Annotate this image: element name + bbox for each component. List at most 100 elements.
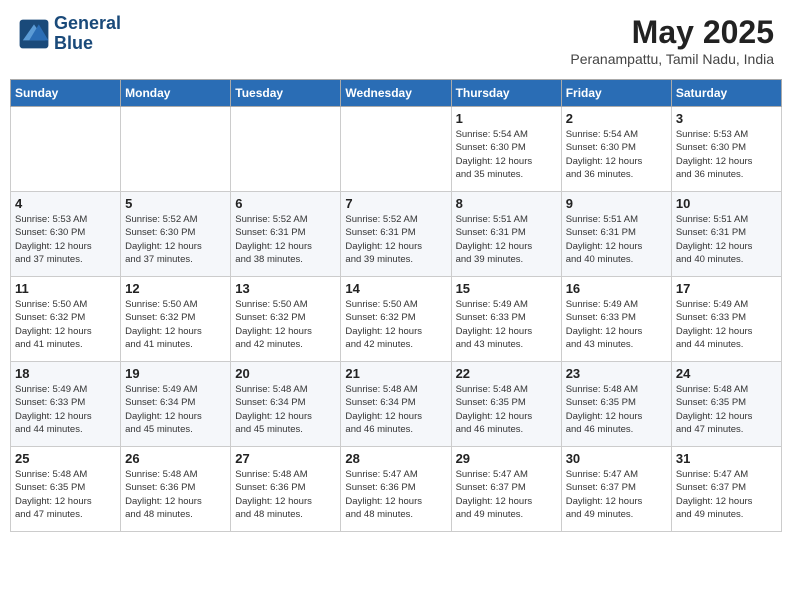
calendar-cell: 22 Sunrise: 5:48 AM Sunset: 6:35 PM Dayli… xyxy=(451,362,561,447)
weekday-header-wednesday: Wednesday xyxy=(341,80,451,107)
cell-content: Sunrise: 5:47 AM Sunset: 6:37 PM Dayligh… xyxy=(456,468,557,521)
day-number: 3 xyxy=(676,111,777,126)
day-number: 28 xyxy=(345,451,446,466)
calendar-table: SundayMondayTuesdayWednesdayThursdayFrid… xyxy=(10,79,782,532)
calendar-cell xyxy=(11,107,121,192)
day-number: 25 xyxy=(15,451,116,466)
calendar-cell: 14 Sunrise: 5:50 AM Sunset: 6:32 PM Dayli… xyxy=(341,277,451,362)
calendar-cell xyxy=(231,107,341,192)
calendar-week-row: 18Sunrise: 5:49 AM Sunset: 6:33 PM Dayli… xyxy=(11,362,782,447)
cell-content: Sunrise: 5:49 AM Sunset: 6:33 PM Dayligh… xyxy=(456,298,557,351)
day-number: 17 xyxy=(676,281,777,296)
calendar-cell: 8 Sunrise: 5:51 AM Sunset: 6:31 PM Daylig… xyxy=(451,192,561,277)
calendar-week-row: 25 Sunrise: 5:48 AM Sunset: 6:35 PM Dayli… xyxy=(11,447,782,532)
calendar-cell: 24 Sunrise: 5:48 AM Sunset: 6:35 PM Dayli… xyxy=(671,362,781,447)
day-number: 13 xyxy=(235,281,336,296)
logo-icon xyxy=(18,18,50,50)
cell-content: Sunrise: 5:48 AM Sunset: 6:34 PM Dayligh… xyxy=(345,383,446,436)
day-number: 19 xyxy=(125,366,226,381)
cell-content: Sunrise: 5:48 AM Sunset: 6:35 PM Dayligh… xyxy=(676,383,777,436)
day-number: 5 xyxy=(125,196,226,211)
calendar-cell: 6Sunrise: 5:52 AM Sunset: 6:31 PM Daylig… xyxy=(231,192,341,277)
day-number: 14 xyxy=(345,281,446,296)
cell-content: Sunrise: 5:53 AM Sunset: 6:30 PM Dayligh… xyxy=(15,213,116,266)
day-number: 12 xyxy=(125,281,226,296)
cell-content: Sunrise: 5:54 AM Sunset: 6:30 PM Dayligh… xyxy=(566,128,667,181)
location-title: Peranampattu, Tamil Nadu, India xyxy=(570,51,774,67)
calendar-cell: 5 Sunrise: 5:52 AM Sunset: 6:30 PM Daylig… xyxy=(121,192,231,277)
cell-content: Sunrise: 5:48 AM Sunset: 6:35 PM Dayligh… xyxy=(15,468,116,521)
calendar-cell: 9Sunrise: 5:51 AM Sunset: 6:31 PM Daylig… xyxy=(561,192,671,277)
weekday-header-thursday: Thursday xyxy=(451,80,561,107)
day-number: 22 xyxy=(456,366,557,381)
day-number: 18 xyxy=(15,366,116,381)
cell-content: Sunrise: 5:51 AM Sunset: 6:31 PM Dayligh… xyxy=(456,213,557,266)
cell-content: Sunrise: 5:48 AM Sunset: 6:34 PM Dayligh… xyxy=(235,383,336,436)
day-number: 26 xyxy=(125,451,226,466)
calendar-cell xyxy=(341,107,451,192)
calendar-cell: 18Sunrise: 5:49 AM Sunset: 6:33 PM Dayli… xyxy=(11,362,121,447)
calendar-cell: 28 Sunrise: 5:47 AM Sunset: 6:36 PM Dayli… xyxy=(341,447,451,532)
cell-content: Sunrise: 5:50 AM Sunset: 6:32 PM Dayligh… xyxy=(345,298,446,351)
calendar-cell: 3 Sunrise: 5:53 AM Sunset: 6:30 PM Daylig… xyxy=(671,107,781,192)
cell-content: Sunrise: 5:52 AM Sunset: 6:31 PM Dayligh… xyxy=(345,213,446,266)
cell-content: Sunrise: 5:48 AM Sunset: 6:35 PM Dayligh… xyxy=(566,383,667,436)
cell-content: Sunrise: 5:47 AM Sunset: 6:37 PM Dayligh… xyxy=(566,468,667,521)
calendar-cell: 27 Sunrise: 5:48 AM Sunset: 6:36 PM Dayli… xyxy=(231,447,341,532)
calendar-cell: 7 Sunrise: 5:52 AM Sunset: 6:31 PM Daylig… xyxy=(341,192,451,277)
day-number: 9 xyxy=(566,196,667,211)
day-number: 27 xyxy=(235,451,336,466)
calendar-cell xyxy=(121,107,231,192)
cell-content: Sunrise: 5:50 AM Sunset: 6:32 PM Dayligh… xyxy=(235,298,336,351)
cell-content: Sunrise: 5:47 AM Sunset: 6:37 PM Dayligh… xyxy=(676,468,777,521)
calendar-week-row: 1 Sunrise: 5:54 AM Sunset: 6:30 PM Daylig… xyxy=(11,107,782,192)
calendar-cell: 17 Sunrise: 5:49 AM Sunset: 6:33 PM Dayli… xyxy=(671,277,781,362)
weekday-header-monday: Monday xyxy=(121,80,231,107)
cell-content: Sunrise: 5:53 AM Sunset: 6:30 PM Dayligh… xyxy=(676,128,777,181)
cell-content: Sunrise: 5:47 AM Sunset: 6:36 PM Dayligh… xyxy=(345,468,446,521)
cell-content: Sunrise: 5:51 AM Sunset: 6:31 PM Dayligh… xyxy=(676,213,777,266)
calendar-week-row: 11Sunrise: 5:50 AM Sunset: 6:32 PM Dayli… xyxy=(11,277,782,362)
calendar-cell: 15 Sunrise: 5:49 AM Sunset: 6:33 PM Dayli… xyxy=(451,277,561,362)
day-number: 20 xyxy=(235,366,336,381)
weekday-header-tuesday: Tuesday xyxy=(231,80,341,107)
day-number: 24 xyxy=(676,366,777,381)
cell-content: Sunrise: 5:48 AM Sunset: 6:35 PM Dayligh… xyxy=(456,383,557,436)
calendar-cell: 20 Sunrise: 5:48 AM Sunset: 6:34 PM Dayli… xyxy=(231,362,341,447)
cell-content: Sunrise: 5:49 AM Sunset: 6:33 PM Dayligh… xyxy=(566,298,667,351)
day-number: 15 xyxy=(456,281,557,296)
cell-content: Sunrise: 5:52 AM Sunset: 6:30 PM Dayligh… xyxy=(125,213,226,266)
day-number: 8 xyxy=(456,196,557,211)
cell-content: Sunrise: 5:48 AM Sunset: 6:36 PM Dayligh… xyxy=(235,468,336,521)
weekday-header-row: SundayMondayTuesdayWednesdayThursdayFrid… xyxy=(11,80,782,107)
calendar-cell: 12 Sunrise: 5:50 AM Sunset: 6:32 PM Dayli… xyxy=(121,277,231,362)
cell-content: Sunrise: 5:50 AM Sunset: 6:32 PM Dayligh… xyxy=(15,298,116,351)
logo-line1: General xyxy=(54,14,121,34)
logo-line2: Blue xyxy=(54,34,121,54)
calendar-cell: 29Sunrise: 5:47 AM Sunset: 6:37 PM Dayli… xyxy=(451,447,561,532)
calendar-cell: 16 Sunrise: 5:49 AM Sunset: 6:33 PM Dayli… xyxy=(561,277,671,362)
day-number: 4 xyxy=(15,196,116,211)
day-number: 2 xyxy=(566,111,667,126)
logo: General Blue xyxy=(18,14,121,54)
calendar-cell: 19Sunrise: 5:49 AM Sunset: 6:34 PM Dayli… xyxy=(121,362,231,447)
calendar-cell: 23Sunrise: 5:48 AM Sunset: 6:35 PM Dayli… xyxy=(561,362,671,447)
calendar-week-row: 4 Sunrise: 5:53 AM Sunset: 6:30 PM Daylig… xyxy=(11,192,782,277)
calendar-cell: 4 Sunrise: 5:53 AM Sunset: 6:30 PM Daylig… xyxy=(11,192,121,277)
calendar-cell: 21Sunrise: 5:48 AM Sunset: 6:34 PM Dayli… xyxy=(341,362,451,447)
cell-content: Sunrise: 5:50 AM Sunset: 6:32 PM Dayligh… xyxy=(125,298,226,351)
weekday-header-friday: Friday xyxy=(561,80,671,107)
calendar-cell: 26 Sunrise: 5:48 AM Sunset: 6:36 PM Dayli… xyxy=(121,447,231,532)
day-number: 30 xyxy=(566,451,667,466)
day-number: 10 xyxy=(676,196,777,211)
calendar-cell: 31Sunrise: 5:47 AM Sunset: 6:37 PM Dayli… xyxy=(671,447,781,532)
calendar-cell: 2 Sunrise: 5:54 AM Sunset: 6:30 PM Daylig… xyxy=(561,107,671,192)
day-number: 7 xyxy=(345,196,446,211)
title-block: May 2025 Peranampattu, Tamil Nadu, India xyxy=(570,14,774,67)
calendar-cell: 10 Sunrise: 5:51 AM Sunset: 6:31 PM Dayli… xyxy=(671,192,781,277)
day-number: 6 xyxy=(235,196,336,211)
day-number: 1 xyxy=(456,111,557,126)
cell-content: Sunrise: 5:49 AM Sunset: 6:33 PM Dayligh… xyxy=(676,298,777,351)
day-number: 16 xyxy=(566,281,667,296)
cell-content: Sunrise: 5:48 AM Sunset: 6:36 PM Dayligh… xyxy=(125,468,226,521)
